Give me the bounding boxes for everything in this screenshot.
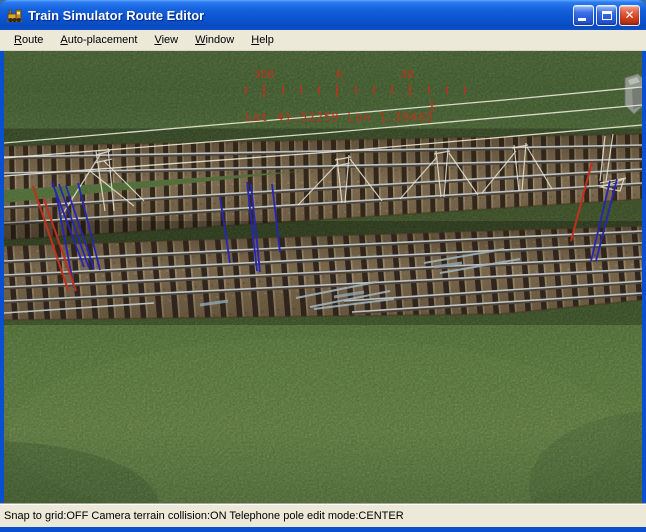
viewport[interactable]: 330 0 30 Lat 41.52259 Lon 1.39465 — [4, 51, 642, 503]
latlon-readout: Lat 41.52259 Lon 1.39465 — [245, 110, 433, 124]
maximize-icon — [602, 11, 612, 20]
statusbar: Snap to grid:OFF Camera terrain collisio… — [0, 503, 646, 527]
menu-item-route[interactable]: Route — [10, 32, 47, 48]
minimize-button[interactable] — [573, 5, 594, 26]
compass-label: 330 — [254, 68, 274, 81]
minimize-icon — [578, 18, 586, 21]
window-title: Train Simulator Route Editor — [28, 8, 573, 23]
compass-label: 30 — [400, 68, 413, 81]
train-icon — [6, 7, 23, 23]
menu-item-window[interactable]: Window — [191, 32, 238, 48]
scene-canvas[interactable]: 330 0 30 Lat 41.52259 Lon 1.39465 — [4, 51, 642, 503]
maximize-button[interactable] — [596, 5, 617, 26]
close-button[interactable]: ✕ — [619, 5, 640, 26]
menubar: Route Auto-placement View Window Help — [0, 30, 646, 51]
menu-item-view[interactable]: View — [150, 32, 182, 48]
app-window: Train Simulator Route Editor ✕ Route Aut… — [0, 0, 646, 532]
status-text: Snap to grid:OFF Camera terrain collisio… — [4, 510, 404, 522]
compass-label: 0 — [336, 68, 343, 81]
menu-item-help[interactable]: Help — [247, 32, 278, 48]
close-icon: ✕ — [620, 6, 639, 25]
rock — [625, 74, 642, 114]
titlebar[interactable]: Train Simulator Route Editor ✕ — [0, 0, 646, 30]
menu-item-auto-placement[interactable]: Auto-placement — [56, 32, 141, 48]
